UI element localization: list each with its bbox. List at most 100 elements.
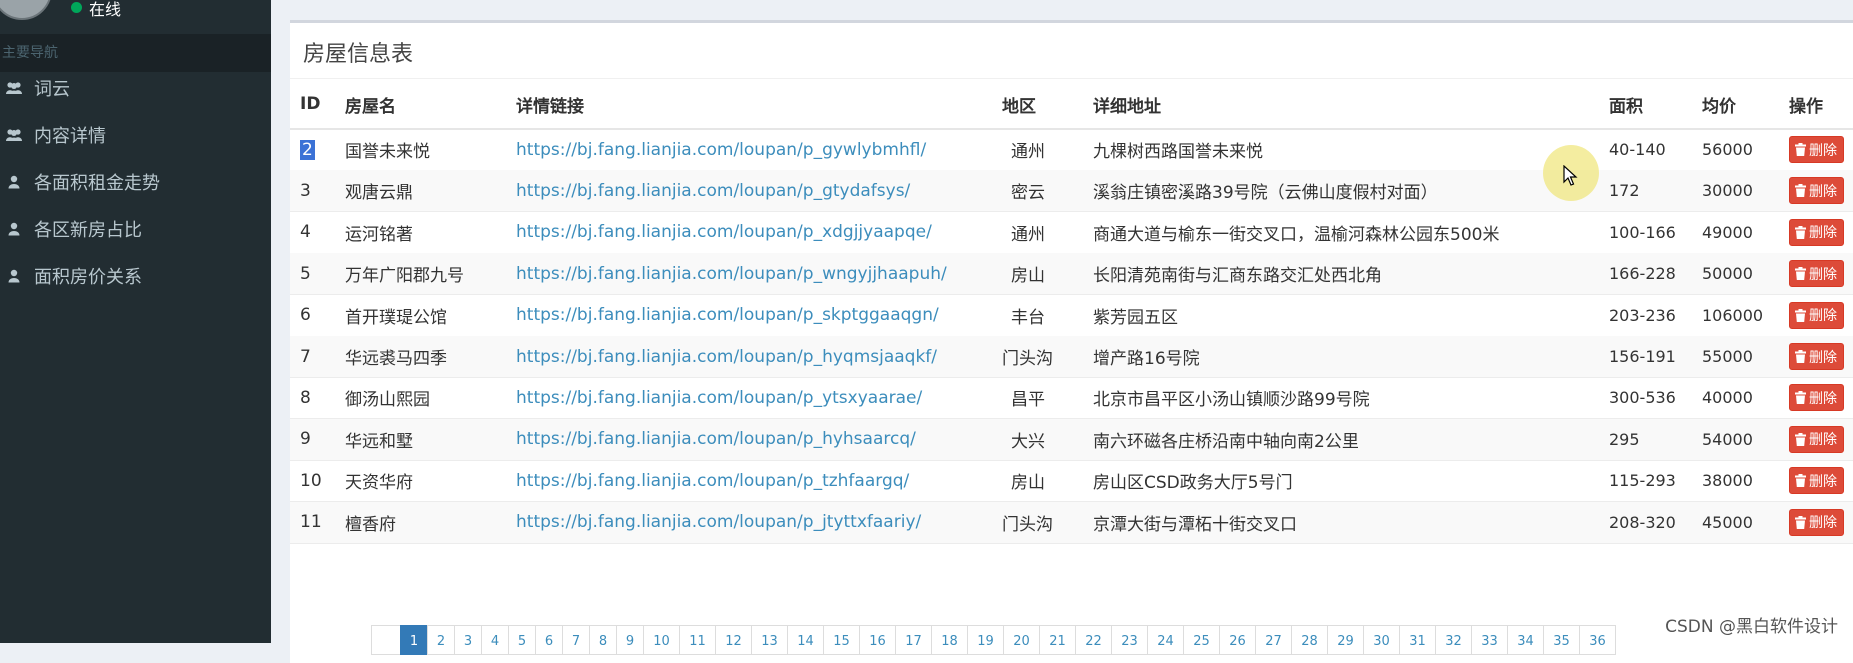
cell-price: 106000 — [1702, 305, 1764, 325]
col-header-district: 地区 — [1002, 96, 1036, 117]
page-25[interactable]: 25 — [1183, 625, 1220, 655]
cell-district: 丰台 — [1011, 307, 1045, 328]
page-20[interactable]: 20 — [1003, 625, 1040, 655]
delete-button[interactable]: 删除 — [1789, 384, 1844, 412]
table-row: 5 万年广阳郡九号 https://bj.fang.lianjia.com/loup… — [290, 253, 1853, 296]
page-22[interactable]: 22 — [1075, 625, 1112, 655]
page-3[interactable]: 3 — [454, 625, 482, 655]
cursor-icon — [1563, 165, 1578, 186]
page-29[interactable]: 29 — [1327, 625, 1364, 655]
cell-detail-link[interactable]: https://bj.fang.lianjia.com/loupan/p_skp… — [516, 295, 939, 336]
table-row: 4 运河铭著 https://bj.fang.lianjia.com/loupan/… — [290, 212, 1853, 254]
cell-name: 国誉未来悦 — [345, 142, 430, 162]
users-icon — [4, 78, 24, 98]
page-15[interactable]: 15 — [823, 625, 860, 655]
page-9[interactable]: 9 — [616, 625, 644, 655]
delete-button[interactable]: 删除 — [1789, 343, 1844, 370]
pagination-prev[interactable] — [371, 625, 401, 655]
page-36[interactable]: 36 — [1579, 625, 1616, 655]
trash-icon — [1795, 391, 1806, 405]
page-4[interactable]: 4 — [481, 625, 509, 655]
delete-button[interactable]: 删除 — [1789, 425, 1844, 453]
cell-actions: 删除 — [1789, 295, 1844, 336]
cell-name: 华远裘马四季 — [345, 349, 447, 369]
cell-detail-link[interactable]: https://bj.fang.lianjia.com/loupan/p_jty… — [516, 502, 921, 543]
page-6[interactable]: 6 — [535, 625, 563, 655]
sidebar-item-label: 词云 — [34, 79, 70, 100]
cell-name: 首开璞瑅公馆 — [345, 307, 447, 328]
cell-id-value: 11 — [300, 512, 322, 533]
page-33[interactable]: 33 — [1471, 625, 1508, 655]
sidebar-item-2[interactable]: 内容详情 — [0, 115, 271, 155]
page-8[interactable]: 8 — [589, 625, 617, 655]
page-19[interactable]: 19 — [967, 625, 1004, 655]
col-header-area: 面积 — [1609, 96, 1643, 117]
sidebar-item-4[interactable]: 各区新房占比 — [0, 209, 271, 249]
cell-detail-link[interactable]: https://bj.fang.lianjia.com/loupan/p_tzh… — [516, 460, 909, 501]
cell-detail-link[interactable]: https://bj.fang.lianjia.com/loupan/p_xdg… — [516, 212, 932, 253]
cell-district: 通州 — [1011, 142, 1045, 162]
page-2[interactable]: 2 — [427, 625, 455, 655]
table-row: 7 华远裘马四季 https://bj.fang.lianjia.com/loupa… — [290, 336, 1853, 378]
cell-detail-link[interactable]: https://bj.fang.lianjia.com/loupan/p_hyq… — [516, 336, 937, 377]
sidebar-item-5[interactable]: 面积房价关系 — [0, 256, 271, 296]
delete-button[interactable]: 删除 — [1789, 136, 1844, 163]
page-32[interactable]: 32 — [1435, 625, 1472, 655]
delete-button[interactable]: 删除 — [1789, 177, 1844, 205]
cell-address: 北京市昌平区小汤山镇顺沙路99号院 — [1093, 390, 1370, 411]
delete-button[interactable]: 删除 — [1789, 301, 1844, 329]
sidebar-item-3[interactable]: 各面积租金走势 — [0, 162, 271, 202]
sidebar-item-label: 面积房价关系 — [34, 267, 142, 288]
page-26[interactable]: 26 — [1219, 625, 1256, 655]
cell-id-value: 8 — [300, 387, 311, 408]
cell-price: 49000 — [1702, 222, 1753, 242]
delete-button[interactable]: 删除 — [1789, 467, 1844, 495]
avatar[interactable] — [0, 0, 52, 20]
page-13[interactable]: 13 — [751, 625, 788, 655]
page-12[interactable]: 12 — [715, 625, 752, 655]
delete-label: 删除 — [1809, 308, 1837, 325]
page-30[interactable]: 30 — [1363, 625, 1400, 655]
cell-detail-link[interactable]: https://bj.fang.lianjia.com/loupan/p_wng… — [516, 253, 947, 294]
page-7[interactable]: 7 — [562, 625, 590, 655]
cell-id: 11 — [300, 502, 322, 543]
cell-actions: 删除 — [1789, 253, 1844, 294]
page-27[interactable]: 27 — [1255, 625, 1292, 655]
cell-address: 南六环磁各庄桥沿南中轴向南2公里 — [1093, 431, 1359, 452]
page-31[interactable]: 31 — [1399, 625, 1436, 655]
cell-detail-link[interactable]: https://bj.fang.lianjia.com/loupan/p_hyh… — [516, 419, 916, 460]
page-11[interactable]: 11 — [679, 625, 716, 655]
delete-button[interactable]: 删除 — [1789, 218, 1844, 246]
sidebar-item-label: 各区新房占比 — [34, 220, 142, 241]
page-5[interactable]: 5 — [508, 625, 536, 655]
cell-price: 30000 — [1702, 181, 1753, 201]
page-35[interactable]: 35 — [1543, 625, 1580, 655]
page-17[interactable]: 17 — [895, 625, 932, 655]
sidebar-item-1[interactable]: 词云 — [0, 68, 271, 108]
trash-icon — [1795, 474, 1806, 488]
page-10[interactable]: 10 — [643, 625, 680, 655]
page-24[interactable]: 24 — [1147, 625, 1184, 655]
page-23[interactable]: 23 — [1111, 625, 1148, 655]
delete-label: 删除 — [1809, 432, 1837, 449]
page-18[interactable]: 18 — [931, 625, 968, 655]
cell-area: 300-536 — [1609, 388, 1676, 408]
page-1[interactable]: 1 — [400, 625, 428, 655]
cell-detail-link[interactable]: https://bj.fang.lianjia.com/loupan/p_gty… — [516, 170, 910, 211]
page-14[interactable]: 14 — [787, 625, 824, 655]
cell-detail-link[interactable]: https://bj.fang.lianjia.com/loupan/p_gyw… — [516, 129, 926, 170]
table-row: 3 观唐云鼎 https://bj.fang.lianjia.com/loupan/… — [290, 170, 1853, 213]
page-16[interactable]: 16 — [859, 625, 896, 655]
cell-name: 观唐云鼎 — [345, 183, 413, 204]
cell-detail-link[interactable]: https://bj.fang.lianjia.com/loupan/p_yts… — [516, 377, 922, 418]
cell-actions: 删除 — [1789, 170, 1844, 211]
page-21[interactable]: 21 — [1039, 625, 1076, 655]
delete-button[interactable]: 删除 — [1789, 508, 1844, 536]
cell-name: 华远和墅 — [345, 431, 413, 452]
table-row: 8 御汤山熙园 https://bj.fang.lianjia.com/loupan… — [290, 377, 1853, 420]
online-status-icon — [71, 2, 82, 13]
delete-button[interactable]: 删除 — [1789, 260, 1844, 288]
cell-address: 房山区CSD政务大厅5号门 — [1093, 473, 1293, 494]
page-34[interactable]: 34 — [1507, 625, 1544, 655]
page-28[interactable]: 28 — [1291, 625, 1328, 655]
